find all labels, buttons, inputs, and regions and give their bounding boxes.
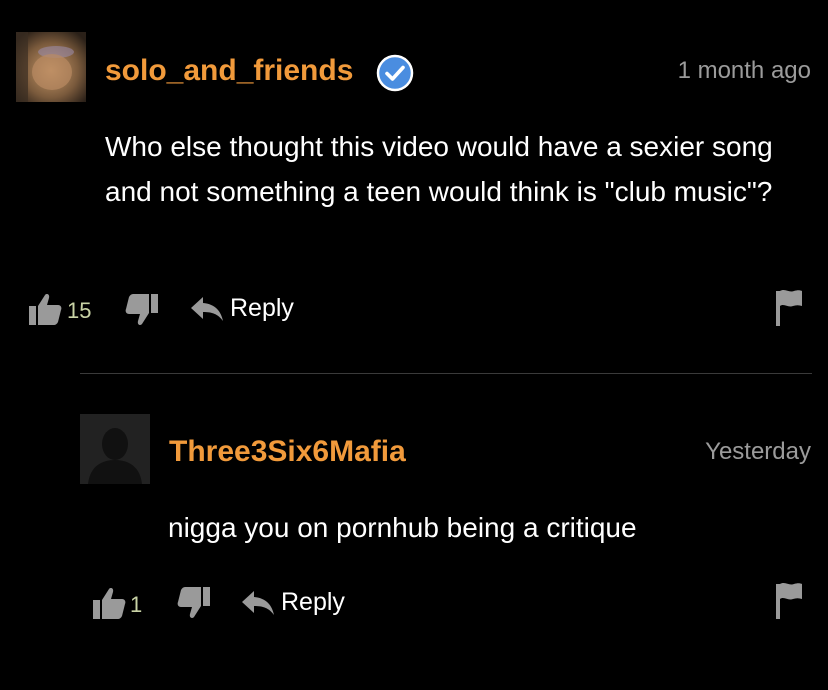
flag-icon[interactable] xyxy=(775,289,803,327)
reply-button[interactable]: Reply xyxy=(190,294,294,323)
thumbs-down-icon[interactable] xyxy=(124,293,160,327)
reply-arrow-icon xyxy=(242,590,274,615)
reply-arrow-icon xyxy=(191,296,223,321)
reply-button[interactable]: Reply xyxy=(241,588,345,617)
comment-username[interactable]: solo_and_friends xyxy=(105,54,353,88)
comment-timestamp: Yesterday xyxy=(705,438,811,465)
comment-body: nigga you on pornhub being a critique xyxy=(168,512,637,543)
avatar-three3six6mafia[interactable] xyxy=(80,414,150,484)
flag-icon[interactable] xyxy=(775,582,803,620)
thumbs-down-icon[interactable] xyxy=(176,586,212,620)
comment-username[interactable]: Three3Six6Mafia xyxy=(169,435,406,469)
like-count: 15 xyxy=(67,298,92,323)
comment-timestamp: 1 month ago xyxy=(677,57,811,84)
comment-body: Who else thought this video would have a… xyxy=(105,131,773,207)
verified-check-icon xyxy=(376,54,414,92)
thumbs-up-icon[interactable] xyxy=(27,292,63,326)
reply-divider xyxy=(80,373,812,374)
like-count: 1 xyxy=(130,592,143,617)
reply-label: Reply xyxy=(281,588,345,616)
thumbs-up-icon[interactable] xyxy=(91,586,127,620)
avatar-solo-and-friends[interactable] xyxy=(16,32,86,102)
reply-label: Reply xyxy=(230,294,294,322)
